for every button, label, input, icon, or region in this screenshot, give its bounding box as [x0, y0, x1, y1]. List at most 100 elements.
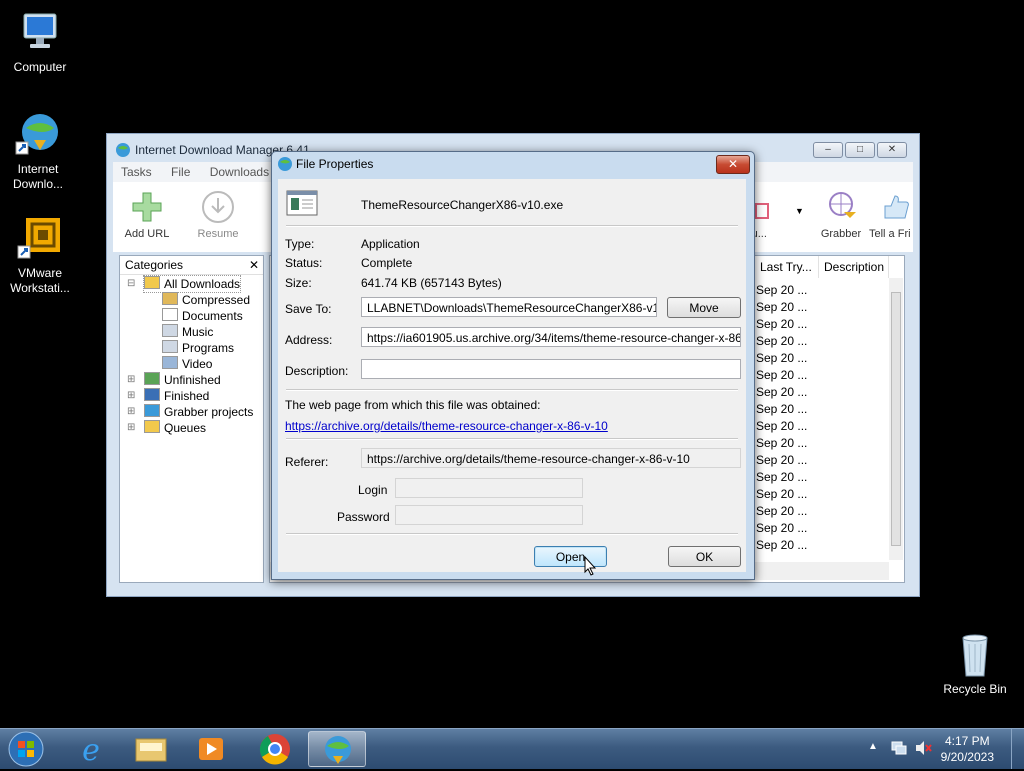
- desktop-icon-vmware[interactable]: VMware Workstati...: [2, 214, 78, 296]
- grabber-button[interactable]: Grabber: [811, 190, 871, 240]
- expand-toggle-icon[interactable]: ⊟: [127, 276, 135, 292]
- show-desktop-button[interactable]: [1011, 729, 1024, 769]
- size-label: Size:: [285, 276, 312, 290]
- categories-close-icon[interactable]: ✕: [249, 258, 259, 272]
- maximize-button[interactable]: □: [845, 142, 875, 158]
- menu-file[interactable]: File: [163, 162, 198, 182]
- category-label: Video: [182, 357, 213, 371]
- expand-toggle-icon[interactable]: ⊞: [127, 420, 135, 436]
- last-try-cell[interactable]: Sep 20 ...: [756, 520, 807, 537]
- thumbs-up-icon: [877, 190, 911, 224]
- separator: [286, 389, 738, 391]
- open-button[interactable]: Open: [534, 546, 607, 567]
- taskbar-chrome[interactable]: [246, 731, 304, 767]
- desktop-icon-idm[interactable]: Internet Downlo...: [0, 110, 76, 192]
- category-item[interactable]: Documents: [162, 308, 243, 324]
- category-label: Music: [182, 325, 214, 339]
- category-label: Queues: [164, 421, 207, 435]
- separator: [286, 438, 738, 440]
- system-clock[interactable]: 4:17 PM 9/20/2023: [941, 733, 994, 765]
- start-button[interactable]: [6, 730, 46, 771]
- idm-app-icon: [115, 142, 131, 161]
- minimize-button[interactable]: –: [813, 142, 843, 158]
- expand-toggle-icon[interactable]: ⊞: [127, 388, 135, 404]
- show-hidden-icons-button[interactable]: ▲: [868, 741, 878, 752]
- category-label: Grabber projects: [164, 405, 254, 419]
- last-try-cell[interactable]: Sep 20 ...: [756, 316, 807, 333]
- category-item[interactable]: Compressed: [162, 292, 250, 308]
- login-field[interactable]: [395, 478, 583, 498]
- dialog-title: File Properties: [296, 157, 374, 171]
- ok-button[interactable]: OK: [668, 546, 741, 567]
- password-label: Password: [337, 510, 390, 524]
- category-item[interactable]: All Downloads: [142, 275, 242, 293]
- menu-tasks[interactable]: Tasks: [113, 162, 160, 182]
- description-field[interactable]: [361, 359, 741, 379]
- last-try-cell[interactable]: Sep 20 ...: [756, 537, 807, 554]
- desktop-icon-label: VMware: [17, 266, 62, 280]
- category-label: Compressed: [182, 293, 251, 307]
- last-try-cell[interactable]: Sep 20 ...: [756, 282, 807, 299]
- last-try-cell[interactable]: Sep 20 ...: [756, 469, 807, 486]
- dialog-close-button[interactable]: ✕: [716, 155, 750, 174]
- computer-icon: [16, 8, 64, 56]
- last-try-cell[interactable]: Sep 20 ...: [756, 384, 807, 401]
- category-item[interactable]: Programs: [162, 340, 234, 356]
- menu-downloads[interactable]: Downloads: [202, 162, 277, 182]
- last-try-cell[interactable]: Sep 20 ...: [756, 418, 807, 435]
- last-try-cell[interactable]: Sep 20 ...: [756, 401, 807, 418]
- password-field[interactable]: [395, 505, 583, 525]
- scrollbar-thumb[interactable]: [891, 292, 901, 546]
- volume-muted-icon[interactable]: [914, 740, 932, 759]
- folder-icon: [144, 420, 160, 433]
- taskbar-media-player[interactable]: [182, 731, 240, 767]
- move-button[interactable]: Move: [667, 297, 741, 318]
- folder-icon: [135, 738, 167, 762]
- category-item[interactable]: Queues: [144, 420, 206, 436]
- category-label: Finished: [164, 389, 210, 403]
- vmware-icon: [16, 214, 64, 262]
- taskbar-ie[interactable]: e: [62, 731, 120, 768]
- desktop-icon-label-line2: Workstati...: [10, 281, 70, 295]
- taskbar-explorer[interactable]: [122, 731, 180, 767]
- referer-field[interactable]: https://archive.org/details/theme-resour…: [361, 448, 741, 468]
- expand-toggle-icon[interactable]: ⊞: [127, 404, 135, 420]
- taskbar-idm[interactable]: [308, 731, 366, 767]
- webpage-link[interactable]: https://archive.org/details/theme-resour…: [285, 419, 608, 433]
- chrome-icon: [259, 734, 290, 765]
- category-label: Programs: [182, 341, 235, 355]
- last-try-cell[interactable]: Sep 20 ...: [756, 350, 807, 367]
- network-icon[interactable]: [890, 740, 908, 759]
- file-properties-dialog: File Properties ✕ ThemeResourceChangerX8…: [271, 151, 755, 580]
- column-description[interactable]: Description: [820, 256, 889, 278]
- category-item[interactable]: Unfinished: [144, 372, 221, 388]
- last-try-cell[interactable]: Sep 20 ...: [756, 333, 807, 350]
- address-field[interactable]: https://ia601905.us.archive.org/34/items…: [361, 327, 741, 347]
- last-try-cell[interactable]: Sep 20 ...: [756, 435, 807, 452]
- last-try-cell[interactable]: Sep 20 ...: [756, 452, 807, 469]
- resume-button[interactable]: Resume: [188, 190, 248, 240]
- category-item[interactable]: Video: [162, 356, 212, 372]
- last-try-cell[interactable]: Sep 20 ...: [756, 299, 807, 316]
- category-item[interactable]: Music: [162, 324, 213, 340]
- referer-label: Referer:: [285, 455, 329, 469]
- category-label: Documents: [182, 309, 243, 323]
- queue-dropdown-icon[interactable]: ▼: [795, 206, 804, 216]
- category-item[interactable]: Grabber projects: [144, 404, 253, 420]
- media-player-icon: [199, 738, 223, 760]
- recycle-bin-icon: [951, 630, 999, 678]
- tell-friend-button[interactable]: Tell a Fri: [869, 190, 919, 240]
- category-item[interactable]: Finished: [144, 388, 209, 404]
- close-button[interactable]: ✕: [877, 142, 907, 158]
- add-url-button[interactable]: Add URL: [117, 190, 177, 240]
- last-try-cell[interactable]: Sep 20 ...: [756, 367, 807, 384]
- last-try-cell[interactable]: Sep 20 ...: [756, 503, 807, 520]
- vertical-scrollbar[interactable]: [889, 278, 903, 560]
- desktop-icon-recycle-bin[interactable]: Recycle Bin: [937, 630, 1013, 697]
- column-last-try[interactable]: Last Try...: [756, 256, 819, 278]
- last-try-cell[interactable]: Sep 20 ...: [756, 486, 807, 503]
- clock-time: 4:17 PM: [944, 734, 990, 748]
- save-to-field[interactable]: LLABNET\Downloads\ThemeResourceChangerX8…: [361, 297, 657, 317]
- expand-toggle-icon[interactable]: ⊞: [127, 372, 135, 388]
- desktop-icon-computer[interactable]: Computer: [2, 8, 78, 75]
